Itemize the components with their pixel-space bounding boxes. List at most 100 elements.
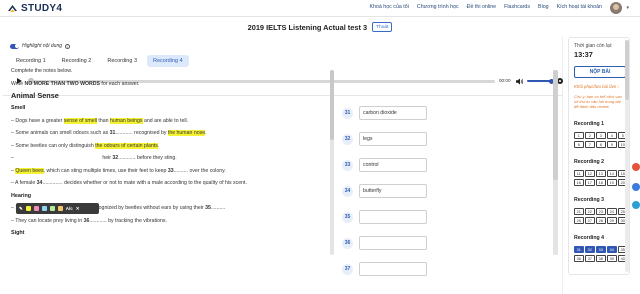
scrollbar-thumb[interactable] (330, 70, 334, 140)
passage-scrollbar[interactable] (330, 70, 334, 255)
time-remaining-label: Thời gian còn lại: (574, 43, 613, 49)
question-nav-34[interactable]: 34 (607, 246, 617, 253)
exit-button[interactable]: Thoát (372, 22, 393, 32)
highlight-color-yellow[interactable] (25, 206, 31, 211)
question-nav-31[interactable]: 31 (574, 246, 584, 253)
review-note: Chú ý: bạn có thể click vào số thứ tự câ… (574, 94, 622, 109)
question-number: 34 (342, 185, 353, 197)
question-nav-29[interactable]: 29 (607, 217, 617, 224)
highlight-label: Highlight nội dung (22, 43, 63, 49)
question-nav-17[interactable]: 17 (585, 179, 595, 186)
question-nav-1[interactable]: 1 (574, 132, 584, 139)
question-nav-6[interactable]: 6 (574, 141, 584, 148)
subheading-smell: Smell (11, 105, 26, 111)
recording-heading: Recording 3 (574, 197, 604, 203)
answer-field[interactable] (359, 184, 427, 198)
volume-icon[interactable] (516, 78, 524, 85)
highlight-color-green[interactable] (49, 206, 55, 211)
question-nav-23[interactable]: 23 (596, 208, 606, 215)
restore-save-link[interactable]: Khôi phục/lưu bài làm › (574, 84, 619, 89)
tab-recording-1[interactable]: Recording 1 (10, 55, 52, 67)
nav-link-blog[interactable]: Blog (538, 4, 549, 10)
question-nav-27[interactable]: 27 (585, 217, 595, 224)
note-line: – Some beetles can only distinguish the … (11, 142, 160, 149)
chat-widget-icon[interactable] (632, 163, 640, 171)
audio-time: 00:00 (499, 78, 511, 83)
zalo-icon[interactable] (632, 201, 640, 209)
nav-link-programs[interactable]: Chương trình học (417, 4, 459, 10)
question-grid: 21 22 23 24 25 26 27 28 29 30 (574, 208, 628, 224)
nav-link-activate-account[interactable]: Kích hoạt tài khoản (557, 4, 602, 10)
answer-row: 31 (342, 106, 542, 120)
tab-recording-2[interactable]: Recording 2 (56, 55, 98, 67)
question-nav-39[interactable]: 39 (607, 255, 617, 262)
subheading-hearing: Hearing (11, 192, 32, 199)
note-line: – Queen bees, which can sting multiple t… (11, 167, 226, 174)
nav-link-my-courses[interactable]: Khoá học của tôi (369, 4, 408, 10)
scrollbar-thumb[interactable] (553, 70, 558, 180)
question-nav-33[interactable]: 33 (596, 246, 606, 253)
question-nav-36[interactable]: 36 (574, 255, 584, 262)
instruction-line: Write NO MORE THAN TWO WORDS for each an… (11, 80, 140, 87)
question-nav-9[interactable]: 9 (607, 141, 617, 148)
question-nav-21[interactable]: 21 (574, 208, 584, 215)
question-nav-19[interactable]: 19 (607, 179, 617, 186)
question-nav-12[interactable]: 12 (585, 170, 595, 177)
volume-slider[interactable] (527, 80, 551, 82)
question-nav-26[interactable]: 26 (574, 217, 584, 224)
question-nav-14[interactable]: 14 (607, 170, 617, 177)
question-passage: Complete the notes below. Write NO MORE … (11, 68, 331, 257)
question-number: 35 (342, 211, 353, 223)
brand-logo[interactable]: STUDY4 (7, 2, 62, 15)
highlight-color-orange[interactable] (57, 206, 63, 211)
tab-recording-3[interactable]: Recording 3 (101, 55, 143, 67)
close-icon[interactable]: ✕ (76, 206, 80, 211)
question-nav-32[interactable]: 32 (585, 246, 595, 253)
question-nav-28[interactable]: 28 (596, 217, 606, 224)
question-nav-13[interactable]: 13 (596, 170, 606, 177)
answer-row: 35 (342, 210, 542, 224)
answer-field[interactable] (359, 262, 427, 276)
question-nav-16[interactable]: 16 (574, 179, 584, 186)
question-nav-37[interactable]: 37 (585, 255, 595, 262)
answer-field[interactable] (359, 210, 427, 224)
question-nav-24[interactable]: 24 (607, 208, 617, 215)
nav-link-online-tests[interactable]: Đề thi online (467, 4, 496, 10)
question-nav-11[interactable]: 11 (574, 170, 584, 177)
question-nav-38[interactable]: 38 (596, 255, 606, 262)
question-nav-3[interactable]: 3 (596, 132, 606, 139)
question-nav-4[interactable]: 4 (607, 132, 617, 139)
scrollbar-thumb[interactable] (625, 40, 629, 100)
question-nav-2[interactable]: 2 (585, 132, 595, 139)
question-nav-18[interactable]: 18 (596, 179, 606, 186)
question-grid: 11 12 13 14 15 16 17 18 19 20 (574, 170, 628, 186)
answer-field[interactable] (359, 158, 427, 172)
answer-row: 36 (342, 236, 542, 250)
submit-button[interactable]: NỘP BÀI (574, 66, 626, 78)
answer-field[interactable] (359, 106, 427, 120)
strikethrough-icon[interactable]: A/c (66, 206, 73, 211)
highlight-toggle-row: Highlight nội dung i (10, 43, 71, 49)
highlight-color-pink[interactable] (33, 206, 39, 211)
question-nav-8[interactable]: 8 (596, 141, 606, 148)
question-nav-7[interactable]: 7 (585, 141, 595, 148)
answer-field[interactable] (359, 132, 427, 146)
section-heading: Animal Sense (11, 91, 59, 100)
tab-recording-4[interactable]: Recording 4 (147, 55, 189, 67)
recording-heading: Recording 1 (574, 121, 604, 127)
pencil-icon[interactable]: ✎ (19, 206, 23, 211)
answer-field[interactable] (359, 236, 427, 250)
highlight-toolbar: ✎ A/c ✕ (16, 203, 99, 214)
recording-heading: Recording 4 (574, 235, 604, 241)
avatar[interactable] (610, 2, 622, 14)
highlight-color-blue[interactable] (41, 206, 47, 211)
answers-scrollbar[interactable] (553, 70, 558, 255)
note-line: – Dogs have a greater sense of smell tha… (11, 117, 189, 124)
messenger-icon[interactable] (632, 183, 640, 191)
chevron-down-icon[interactable]: ▾ (626, 5, 629, 11)
nav-link-flashcards[interactable]: Flashcards (504, 4, 530, 10)
info-icon[interactable]: i (65, 43, 71, 49)
highlight-toggle[interactable] (10, 43, 19, 49)
question-nav-22[interactable]: 22 (585, 208, 595, 215)
sidebar-scrollbar[interactable] (625, 40, 629, 272)
